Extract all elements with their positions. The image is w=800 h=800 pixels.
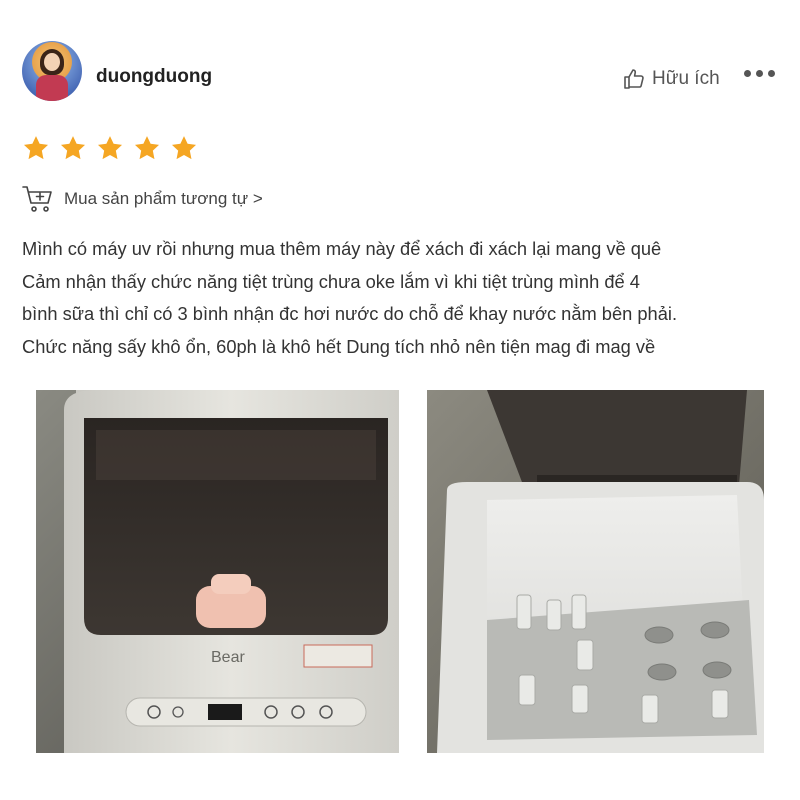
buy-similar-label: Mua sản phẩm tương tự > [64, 189, 263, 208]
star-icon [23, 136, 49, 160]
review-line: Chức năng sấy khô ổn, 60ph là khô hết Du… [22, 335, 656, 357]
sterilizer-closed-image: Bear [36, 390, 399, 753]
helpful-label: Hữu ích [652, 68, 720, 89]
user-avatar[interactable] [22, 41, 82, 101]
star-icon [60, 136, 86, 160]
review-line: Cảm nhận thấy chức năng tiệt trùng chưa … [22, 270, 640, 292]
helpful-button[interactable]: Hữu ích [622, 67, 720, 91]
star-icon [134, 136, 160, 160]
review-text: Mình có máy uv rồi nhưng mua thêm máy nà… [22, 233, 787, 363]
buy-similar-link[interactable]: Mua sản phẩm tương tự > [22, 185, 263, 213]
star-icon [97, 136, 123, 160]
review-line: bình sữa thì chỉ có 3 bình nhận đc hơi n… [22, 303, 678, 324]
star-icon [171, 136, 197, 160]
review-line: Mình có máy uv rồi nhưng mua thêm máy nà… [22, 238, 662, 259]
sterilizer-open-image [427, 390, 764, 753]
review-photo-1[interactable]: Bear [36, 390, 399, 753]
thumbs-up-icon [624, 69, 644, 89]
more-options-icon[interactable] [744, 70, 775, 77]
cart-icon [22, 186, 52, 212]
username[interactable]: duongduong [96, 66, 212, 88]
review-photo-2[interactable] [427, 390, 764, 753]
brand-logo: Bear [211, 649, 245, 666]
rating-stars [22, 134, 198, 162]
